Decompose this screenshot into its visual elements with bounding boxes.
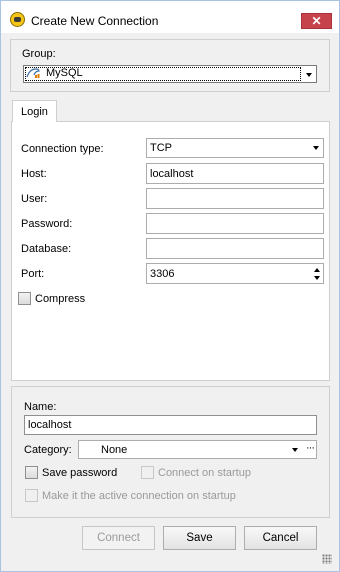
connection-details-section: Name: localhost Category: None ··· Save … bbox=[11, 386, 330, 518]
mysql-dolphin-icon bbox=[26, 68, 40, 78]
tab-login[interactable]: Login bbox=[12, 100, 57, 122]
host-value: localhost bbox=[150, 168, 194, 180]
create-connection-dialog: Create New Connection ✕ Group: MySQL Log… bbox=[0, 0, 340, 572]
close-icon: ✕ bbox=[311, 14, 322, 28]
make-active-checkbox[interactable] bbox=[25, 489, 38, 502]
password-input[interactable] bbox=[146, 213, 324, 234]
make-active-label: Make it the active connection on startup bbox=[42, 490, 236, 502]
category-select[interactable]: None ··· bbox=[78, 440, 317, 459]
database-label: Database: bbox=[21, 243, 72, 255]
connection-type-select[interactable]: TCP bbox=[146, 138, 324, 158]
cancel-button[interactable]: Cancel bbox=[244, 526, 317, 550]
name-label: Name: bbox=[24, 401, 57, 413]
host-label: Host: bbox=[21, 168, 47, 180]
password-label: Password: bbox=[21, 218, 73, 230]
chevron-down-icon bbox=[306, 73, 312, 77]
user-label: User: bbox=[21, 193, 48, 205]
save-button[interactable]: Save bbox=[163, 526, 236, 550]
app-icon bbox=[10, 12, 25, 27]
category-label: Category: bbox=[24, 444, 72, 456]
connect-on-startup-label: Connect on startup bbox=[158, 467, 251, 479]
port-label: Port: bbox=[21, 268, 45, 280]
connection-type-value: TCP bbox=[150, 142, 172, 154]
category-more-button[interactable]: ··· bbox=[306, 442, 315, 454]
connection-type-label: Connection type: bbox=[21, 143, 104, 155]
tab-login-label: Login bbox=[21, 106, 48, 118]
save-password-label: Save password bbox=[42, 467, 118, 479]
chevron-down-icon bbox=[313, 146, 319, 150]
spin-down-icon[interactable] bbox=[314, 276, 320, 280]
chevron-down-icon bbox=[292, 448, 298, 452]
window-title: Create New Connection bbox=[31, 14, 159, 28]
close-button[interactable]: ✕ bbox=[301, 13, 332, 29]
group-section: Group: MySQL bbox=[10, 39, 330, 92]
group-select[interactable]: MySQL bbox=[23, 65, 317, 83]
compress-label: Compress bbox=[35, 293, 86, 305]
port-value: 3306 bbox=[150, 268, 175, 280]
resize-grip-icon[interactable] bbox=[322, 554, 332, 564]
save-password-checkbox[interactable] bbox=[25, 466, 38, 479]
title-bar[interactable]: Create New Connection ✕ bbox=[1, 1, 339, 33]
name-input[interactable]: localhost bbox=[24, 415, 317, 435]
spin-up-icon[interactable] bbox=[314, 268, 320, 272]
compress-checkbox[interactable] bbox=[18, 292, 31, 305]
name-value: localhost bbox=[28, 419, 72, 431]
user-input[interactable] bbox=[146, 188, 324, 209]
group-label: Group: bbox=[22, 48, 56, 60]
group-select-value: MySQL bbox=[46, 67, 83, 79]
database-input[interactable] bbox=[146, 238, 324, 259]
login-panel: Connection type: TCP Host: localhost Use… bbox=[11, 121, 330, 381]
connect-button[interactable]: Connect bbox=[82, 526, 155, 550]
host-input[interactable]: localhost bbox=[146, 163, 324, 184]
port-spinner[interactable]: 3306 bbox=[146, 263, 324, 284]
connect-on-startup-checkbox[interactable] bbox=[141, 466, 154, 479]
category-value: None bbox=[101, 444, 128, 456]
